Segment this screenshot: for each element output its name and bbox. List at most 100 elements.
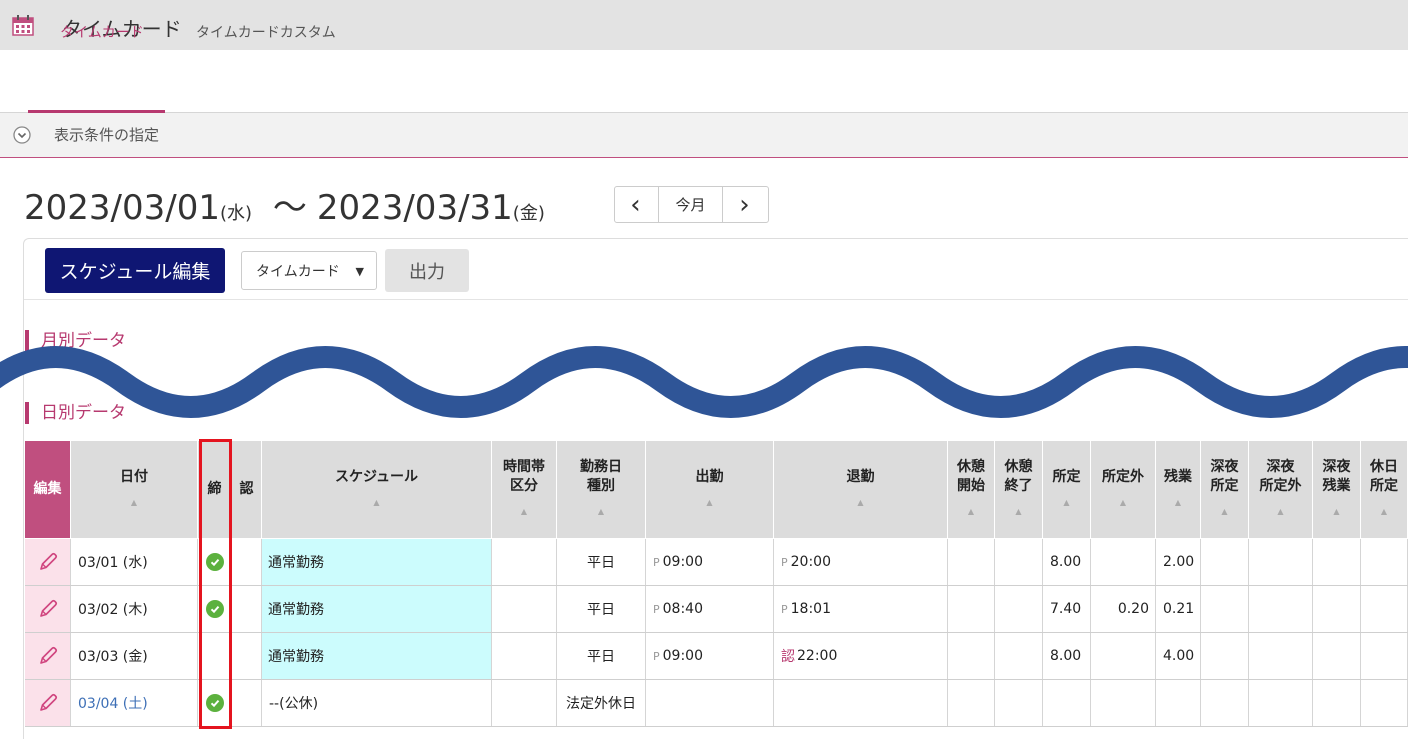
next-month-button[interactable]: ›	[722, 186, 767, 223]
cell-daytype: 法定外休日	[557, 680, 646, 726]
clock-in-time: 09:00	[662, 648, 703, 664]
cell-edit[interactable]	[25, 680, 71, 726]
col-overtime-label: 残業	[1164, 468, 1192, 485]
schedule-text: 通常勤務	[268, 555, 324, 571]
prev-month-button[interactable]: ‹	[614, 186, 657, 223]
cell-date: 03/01 (水)	[71, 539, 198, 585]
cell-timeslot	[492, 680, 557, 726]
select-value: タイムカード	[256, 263, 340, 280]
punch-mark: P	[781, 555, 788, 569]
cell-schedule: --(公休)	[262, 680, 492, 726]
col-daytype-label-1: 勤務日	[580, 459, 622, 475]
cell-daytype: 平日	[557, 633, 646, 679]
cell-overtime: 0.21	[1156, 586, 1201, 632]
col-approved-label: 認	[239, 481, 254, 497]
pencil-icon[interactable]	[37, 551, 59, 573]
caret-down-icon: ▼	[355, 265, 364, 278]
cell-break-end	[995, 680, 1043, 726]
col-clock-in-label: 出勤	[695, 468, 724, 485]
cell-approved	[232, 539, 262, 585]
filter-bar[interactable]	[0, 113, 1408, 158]
schedule-text: 通常勤務	[268, 602, 324, 618]
cell-approved	[232, 586, 262, 632]
col-night-overtime[interactable]: 深夜 残業 ▲	[1313, 441, 1361, 538]
col-overtime[interactable]: 残業 ▲	[1156, 441, 1201, 538]
col-clock-in[interactable]: 出勤 ▲	[646, 441, 774, 538]
clock-out-time: 18:01	[790, 601, 831, 617]
tab-timecard-custom[interactable]: タイムカードカスタム	[196, 22, 336, 42]
col-timeslot-label-1: 時間帯	[503, 459, 545, 475]
cell-clock-out: P 18:01	[774, 586, 948, 632]
cell-overtime: 4.00	[1156, 633, 1201, 679]
daytype-text: 平日	[587, 602, 615, 618]
col-non-regular[interactable]: 所定外 ▲	[1091, 441, 1156, 538]
non-regular-hours: 0.20	[1117, 601, 1149, 617]
cell-overtime	[1156, 680, 1201, 726]
range-end-dow: (金)	[512, 203, 545, 224]
pencil-icon[interactable]	[37, 598, 59, 620]
col-schedule-label: スケジュール	[334, 468, 419, 485]
col-date-label: 日付	[120, 468, 148, 485]
cell-break-start	[948, 586, 995, 632]
col-holiday-regular[interactable]: 休日 所定 ▲	[1361, 441, 1408, 538]
cell-schedule: 通常勤務	[262, 633, 492, 679]
cell-clock-out: P 20:00	[774, 539, 948, 585]
cell-break-end	[995, 633, 1043, 679]
regular-hours: 7.40	[1050, 601, 1082, 617]
sort-icon: ▲	[1333, 507, 1340, 516]
timecard-type-select[interactable]: タイムカード ▼	[241, 251, 377, 290]
punch-mark: P	[781, 602, 788, 616]
col-approved: 認	[232, 441, 262, 538]
schedule-text: 通常勤務	[268, 649, 324, 665]
calendar-icon	[12, 15, 34, 36]
cell-approved	[232, 680, 262, 726]
cell-non-regular	[1091, 680, 1156, 726]
clock-out-time: 20:00	[790, 554, 831, 570]
pencil-icon[interactable]	[37, 692, 59, 714]
filter-label[interactable]: 表示条件の指定	[54, 124, 159, 145]
col-date[interactable]: 日付 ▲	[71, 441, 198, 538]
date-text[interactable]: 03/04 (土)	[78, 693, 148, 713]
cell-edit[interactable]	[25, 586, 71, 632]
col-break-start[interactable]: 休憩 開始 ▲	[948, 441, 995, 538]
chevron-left-icon: ‹	[630, 189, 641, 220]
cell-timeslot	[492, 539, 557, 585]
daytype-text: 平日	[587, 649, 615, 665]
cell-non-regular: 0.20	[1091, 586, 1156, 632]
tab-timecard[interactable]: タイムカード	[60, 22, 144, 42]
cell-holiday-regular	[1361, 539, 1408, 585]
pencil-icon[interactable]	[37, 645, 59, 667]
chevron-down-circle-icon[interactable]	[13, 126, 31, 144]
sort-icon: ▲	[857, 497, 864, 507]
range-end: 2023/03/31	[316, 188, 513, 228]
col-regular[interactable]: 所定 ▲	[1043, 441, 1091, 538]
cell-break-start	[948, 539, 995, 585]
output-button[interactable]: 出力	[385, 249, 469, 292]
cell-break-end	[995, 539, 1043, 585]
clock-in-time: 09:00	[662, 554, 703, 570]
cell-clock-out: 認 22:00	[774, 633, 948, 679]
daily-table-header: 編集 日付 ▲ 締 認 スケジュール ▲ 時間帯 区分 ▲ 勤務日 種別 ▲ 出勤 ▲ 退勤 ▲…	[25, 441, 1408, 539]
col-timeslot[interactable]: 時間帯 区分 ▲	[492, 441, 557, 538]
current-month-button[interactable]: 今月	[658, 186, 723, 223]
cell-timeslot	[492, 586, 557, 632]
cell-edit[interactable]	[25, 539, 71, 585]
col-break-end[interactable]: 休憩 終了 ▲	[995, 441, 1043, 538]
cell-clock-in: P 09:00	[646, 539, 774, 585]
col-clock-out[interactable]: 退勤 ▲	[774, 441, 948, 538]
range-start: 2023/03/01	[24, 188, 220, 228]
col-night-overtime-label-1: 深夜	[1322, 459, 1351, 475]
cell-timeslot	[492, 633, 557, 679]
cell-edit[interactable]	[25, 633, 71, 679]
col-daytype[interactable]: 勤務日 種別 ▲	[557, 441, 646, 538]
daytype-text: 平日	[587, 555, 615, 571]
col-night-regular-label-2: 所定	[1210, 478, 1239, 494]
col-schedule[interactable]: スケジュール ▲	[262, 441, 492, 538]
cell-night-nonreg	[1249, 633, 1313, 679]
regular-hours: 8.00	[1050, 554, 1082, 570]
date-text: 03/01 (水)	[78, 555, 148, 571]
cell-clock-in: P 08:40	[646, 586, 774, 632]
schedule-edit-button[interactable]: スケジュール編集	[45, 248, 225, 293]
col-night-regular[interactable]: 深夜 所定 ▲	[1201, 441, 1249, 538]
col-night-non-regular[interactable]: 深夜 所定外 ▲	[1249, 441, 1313, 538]
